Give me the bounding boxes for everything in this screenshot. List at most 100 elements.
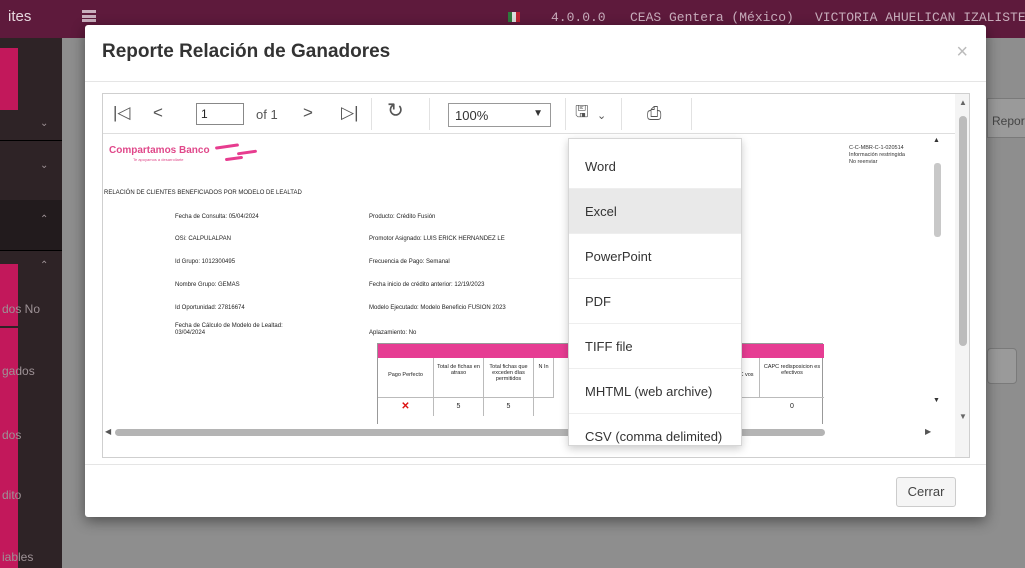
sidebar: ⌄ ⌄ ⌃ ⌃ dos No gados dos dito iables — [0, 38, 62, 568]
report-note: No reenviar — [849, 159, 878, 165]
modal-footer-divider — [85, 464, 986, 465]
app-title: ites — [8, 8, 32, 25]
export-option-powerpoint[interactable]: PowerPoint — [569, 234, 741, 279]
table-column-header: N In — [534, 358, 554, 398]
table-cell: 5 — [484, 398, 534, 416]
refresh-icon[interactable]: ↻ — [387, 101, 404, 121]
background-label: Repor — [992, 114, 1025, 128]
scroll-left-icon[interactable]: ◀ — [105, 427, 111, 436]
chevron-down-icon[interactable]: ⌄ — [40, 160, 48, 171]
report-field: Aplazamiento: No — [369, 330, 417, 336]
scroll-right-icon[interactable]: ▶ — [925, 427, 931, 436]
logo-mark — [214, 143, 240, 150]
sidebar-accent — [0, 48, 18, 110]
toolbar-separator — [691, 98, 692, 130]
user-name[interactable]: VICTORIA AHUELICAN IZALISTE — [815, 10, 1025, 25]
viewer-toolbar: |◁ < of 1 > ▷| ↻ 100% ▼ 🖫 ⌄ ⎙ — [103, 94, 955, 134]
toolbar-separator — [371, 98, 372, 130]
page-count-label: of 1 — [256, 107, 278, 122]
export-option-csv[interactable]: CSV (comma delimited) — [569, 414, 741, 445]
toolbar-separator — [429, 98, 430, 130]
report-field: Fecha de Cálculo de Modelo de Lealtad: — [175, 323, 283, 329]
scroll-up-icon[interactable]: ▲ — [933, 137, 940, 144]
zoom-select[interactable]: 100% ▼ — [448, 103, 551, 127]
hamburger-menu-icon[interactable] — [82, 10, 96, 22]
report-field: Producto: Crédito Fusión — [369, 214, 436, 220]
report-viewer: |◁ < of 1 > ▷| ↻ 100% ▼ 🖫 ⌄ ⎙ Compartamo… — [102, 93, 970, 458]
horizontal-scrollbar[interactable]: ◀ ▶ — [103, 424, 955, 440]
sidebar-item-label[interactable]: dos No — [2, 302, 40, 316]
print-icon[interactable]: ⎙ — [647, 104, 661, 122]
export-option-mhtml[interactable]: MHTML (web archive) — [569, 369, 741, 414]
report-field: Nombre Grupo: GEMAS — [175, 282, 240, 288]
table-column-header: Total fichas que exceden días permitidos — [484, 358, 534, 398]
table-cell: 0 — [790, 403, 794, 410]
report-page: Compartamos Banco Te apoyamos a desarrol… — [103, 135, 955, 425]
sidebar-divider — [0, 250, 62, 251]
report-field: Frecuencia de Pago: Semanal — [369, 259, 450, 265]
chevron-down-icon: ▼ — [533, 108, 543, 119]
toolbar-separator — [621, 98, 622, 130]
chevron-up-icon[interactable]: ⌃ — [40, 260, 48, 271]
scrollbar-thumb[interactable] — [959, 116, 967, 346]
last-page-icon[interactable]: ▷| — [341, 104, 359, 122]
chevron-down-icon[interactable]: ⌄ — [40, 118, 48, 129]
export-option-word[interactable]: Word — [569, 144, 741, 189]
report-note: C-C-MBR-C-1-020514 — [849, 145, 904, 151]
chevron-up-icon[interactable]: ⌃ — [40, 214, 48, 225]
report-field: OSi: CALPULALPAN — [175, 236, 231, 242]
report-field: Id Oportunidad: 27816674 — [175, 305, 245, 311]
report-modal: Reporte Relación de Ganadores × |◁ < of … — [85, 25, 986, 517]
export-option-tiff[interactable]: TIFF file — [569, 324, 741, 369]
first-page-icon[interactable]: |◁ — [113, 104, 131, 122]
sidebar-divider — [0, 140, 62, 141]
report-logo: Compartamos Banco — [109, 145, 210, 156]
page-vertical-scrollbar[interactable]: ▲ ▼ — [931, 135, 945, 417]
table-cell: 5 — [434, 398, 484, 416]
export-format-menu: Word Excel PowerPoint PDF TIFF file MHTM… — [568, 138, 742, 446]
close-button[interactable]: Cerrar — [896, 477, 956, 507]
sidebar-item-label[interactable]: dito — [2, 488, 21, 502]
table-column-header: Total de fichas en atraso — [434, 358, 484, 398]
export-option-pdf[interactable]: PDF — [569, 279, 741, 324]
page-number-input[interactable] — [196, 103, 244, 125]
background-input — [987, 348, 1017, 384]
save-export-icon[interactable]: 🖫 — [575, 104, 589, 122]
table-column-header: CAPC redisposicion es efectivos — [760, 358, 824, 398]
report-field: Modelo Ejecutado: Modelo Beneficio FUSIO… — [369, 305, 506, 311]
chevron-down-icon[interactable]: ⌄ — [597, 107, 606, 125]
report-field: Id Grupo: 1012300495 — [175, 259, 236, 265]
report-note: Información restringida — [849, 152, 905, 158]
toolbar-separator — [565, 98, 566, 130]
logo-mark — [236, 149, 258, 156]
app-version: 4.0.0.0 — [551, 10, 606, 25]
vertical-scrollbar[interactable]: ▲ ▼ — [955, 94, 969, 457]
report-logo-tagline: Te apoyamos a desarrollarte — [133, 157, 184, 162]
sidebar-active-group — [0, 200, 62, 250]
table-cell: ✕ — [378, 398, 434, 416]
export-option-excel[interactable]: Excel — [569, 189, 741, 234]
mexico-flag-icon — [508, 12, 520, 22]
zoom-value: 100% — [455, 108, 489, 123]
modal-title: Reporte Relación de Ganadores — [102, 41, 391, 62]
table-column-header: Pago Perfecto — [378, 358, 434, 398]
previous-page-icon[interactable]: < — [153, 104, 163, 122]
report-field: Promotor Asignado: LUIS ERICK HERNANDEZ … — [369, 236, 505, 242]
report-field: Fecha inicio de crédito anterior: 12/19/… — [369, 282, 485, 288]
scroll-down-icon[interactable]: ▼ — [959, 412, 967, 421]
report-field: Fecha de Consulta: 05/04/2024 — [175, 214, 259, 220]
sidebar-item-label[interactable]: gados — [2, 364, 35, 378]
sidebar-item-label[interactable]: dos — [2, 428, 21, 442]
report-heading: RELACIÓN DE CLIENTES BENEFICIADOS POR MO… — [104, 190, 302, 196]
modal-header-divider — [85, 81, 986, 82]
scroll-down-icon[interactable]: ▼ — [933, 397, 940, 404]
sidebar-item-label[interactable]: iables — [2, 550, 33, 564]
report-field: 03/04/2024 — [175, 330, 206, 336]
close-icon[interactable]: × — [956, 41, 968, 64]
scroll-up-icon[interactable]: ▲ — [959, 98, 967, 107]
organization-name: CEAS Gentera (México) — [630, 10, 794, 25]
next-page-icon[interactable]: > — [303, 104, 313, 122]
logo-mark — [224, 155, 244, 162]
scrollbar-thumb[interactable] — [934, 163, 941, 237]
sidebar-accent — [0, 264, 18, 326]
